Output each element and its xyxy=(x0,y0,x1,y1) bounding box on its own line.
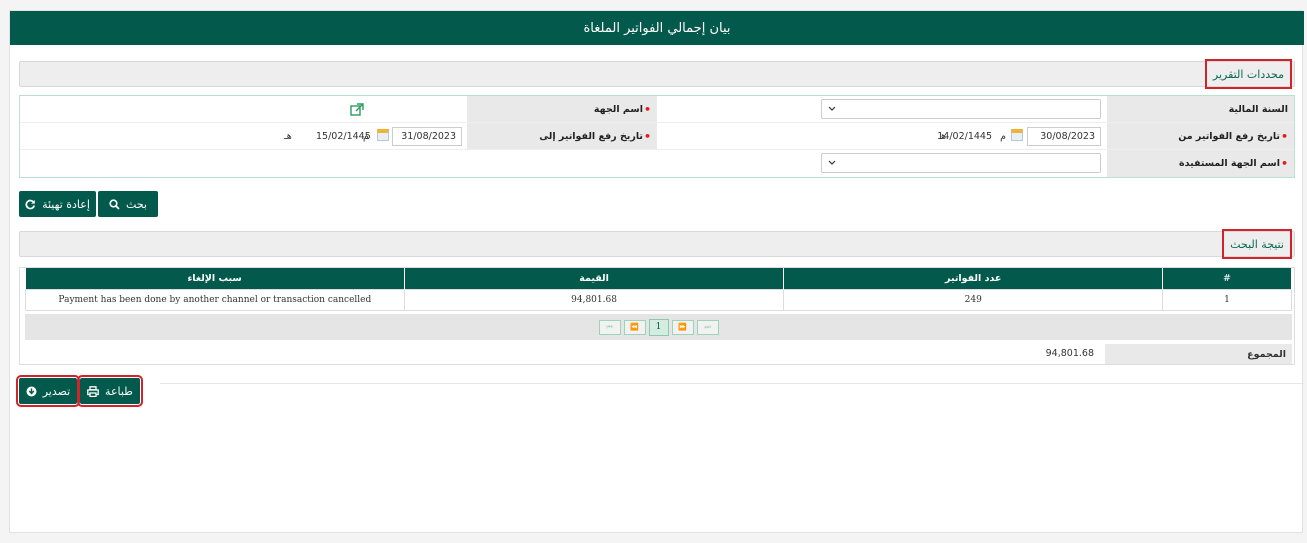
table-row[interactable]: Payment has been done by another channel… xyxy=(25,288,1292,311)
results-section-title: نتيجة البحث xyxy=(1222,229,1292,259)
column-header-reason[interactable]: سبب الإلغاء xyxy=(25,268,405,289)
total-label: المجموع xyxy=(1105,344,1292,364)
export-button[interactable]: تصدير xyxy=(16,375,80,407)
beneficiary-label: اسم الجهة المستفيدة • xyxy=(1107,150,1294,177)
date-to-gregorian-input[interactable]: 31/08/2023 xyxy=(392,127,462,146)
calendar-icon[interactable] xyxy=(377,129,389,141)
total-value: 94,801.68 xyxy=(1045,348,1094,359)
prev-page-button[interactable]: ⏪ xyxy=(623,319,646,335)
results-section-header[interactable]: نتيجة البحث xyxy=(19,229,1295,259)
search-icon xyxy=(109,198,120,210)
calendar-icon[interactable] xyxy=(1011,129,1023,141)
fiscal-year-label: السنة المالية xyxy=(1107,96,1294,122)
hijri-suffix: هـ xyxy=(284,131,292,142)
first-page-button[interactable]: ⏮ xyxy=(598,319,621,335)
column-header-index[interactable]: # xyxy=(1162,268,1292,289)
external-link-icon[interactable] xyxy=(350,103,364,116)
date-from-label: تاريخ رفع الفواتير من • xyxy=(1107,123,1294,149)
results-panel: سبب الإلغاء القيمة عدد الفواتير # Paymen… xyxy=(19,267,1295,365)
gregorian-suffix: م xyxy=(1000,131,1006,142)
download-icon xyxy=(26,386,37,396)
page-1-button[interactable]: 1 xyxy=(648,318,669,336)
page-title: بيان إجمالي الفواتير الملغاة xyxy=(10,11,1304,45)
divider xyxy=(160,383,1304,384)
column-header-amount[interactable]: القيمة xyxy=(404,268,785,289)
beneficiary-select[interactable] xyxy=(821,153,1101,173)
cell-invoice-count: 249 xyxy=(783,288,1164,311)
cell-reason: Payment has been done by another channel… xyxy=(25,288,405,311)
criteria-form: السنة المالية اسم الجهة • تاريخ رفع الفوا… xyxy=(19,95,1295,178)
next-page-button[interactable]: ⏩ xyxy=(671,319,694,335)
page-frame: بيان إجمالي الفواتير الملغاة محددات التق… xyxy=(9,10,1304,533)
criteria-section-header[interactable]: محددات التقرير xyxy=(19,59,1295,89)
search-button[interactable]: بحث xyxy=(98,191,158,217)
total-row: المجموع 94,801.68 xyxy=(25,344,1292,364)
results-table: سبب الإلغاء القيمة عدد الفواتير # Paymen… xyxy=(25,268,1292,311)
last-page-button[interactable]: ⏭ xyxy=(696,319,719,335)
column-header-invoice-count[interactable]: عدد الفواتير xyxy=(783,268,1164,289)
date-to-label: تاريخ رفع الفواتير إلى • xyxy=(467,123,657,149)
entity-name-label: اسم الجهة • xyxy=(467,96,657,122)
cell-index: 1 xyxy=(1162,288,1292,311)
pagination: ⏮ ⏪ 1 ⏩ ⏭ xyxy=(25,314,1292,340)
criteria-section-title: محددات التقرير xyxy=(1204,59,1292,89)
date-from-gregorian-input[interactable]: 30/08/2023 xyxy=(1027,127,1101,146)
print-button[interactable]: طباعة xyxy=(77,375,143,407)
reset-button[interactable]: إعادة تهيئة xyxy=(19,191,96,217)
cell-amount: 94,801.68 xyxy=(403,288,785,311)
hijri-suffix: هـ xyxy=(938,131,946,142)
chevron-down-icon xyxy=(828,160,836,165)
fiscal-year-select[interactable] xyxy=(821,99,1101,119)
chevron-down-icon xyxy=(828,106,836,111)
refresh-icon xyxy=(25,199,36,209)
print-icon xyxy=(87,385,99,397)
date-to-hijri: 15/02/1445 xyxy=(316,131,371,142)
